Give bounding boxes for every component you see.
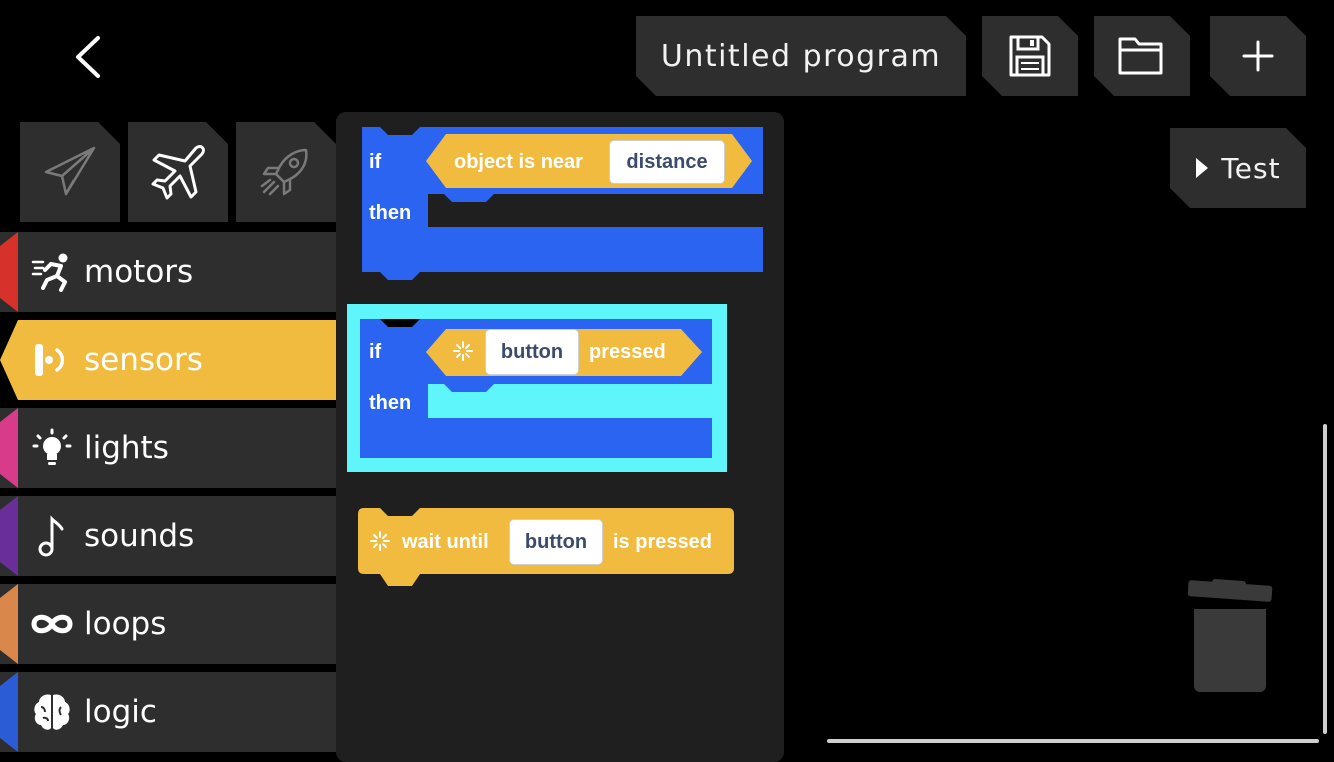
back-button[interactable] [62,30,118,86]
category-color-strip [0,408,18,488]
vehicle-tab-rocket[interactable] [236,122,336,222]
category-lights[interactable]: lights [0,408,336,488]
category-label: loops [84,606,167,642]
floppy-disk-icon [1006,32,1054,80]
category-color-strip [0,672,18,752]
airplane-icon [146,140,210,204]
category-sensors[interactable]: sensors [0,320,336,400]
if-label: if [369,151,382,173]
then-label: then [369,202,412,224]
category-label: lights [84,430,169,466]
distance-dropdown[interactable]: distance [609,140,725,184]
category-label: logic [84,694,157,730]
chevron-left-icon [76,36,100,78]
category-color-strip [0,584,18,664]
button-dropdown[interactable]: button [509,519,603,565]
vertical-scrollbar[interactable] [1323,424,1327,734]
category-color-strip [0,232,18,312]
button-sensor-icon [452,340,474,366]
sensor-icon [30,338,74,382]
vehicle-tab-paper-plane[interactable] [20,122,120,222]
vehicle-tab-airplane[interactable] [128,122,228,222]
paper-plane-icon [40,142,100,202]
save-button[interactable] [982,16,1078,96]
folder-icon [1117,34,1167,78]
infinity-loop-icon [30,602,74,646]
trash-lid [1187,580,1273,602]
trash-body [1194,609,1266,692]
running-figure-icon [30,250,74,294]
category-logic[interactable]: logic [0,672,336,752]
category-label: motors [84,254,194,290]
program-title: Untitled program [660,38,942,74]
program-title-button[interactable]: Untitled program [636,16,966,96]
music-note-icon [30,514,74,558]
category-label: sensors [84,342,203,378]
wait-until-text: wait until [402,531,489,553]
category-motors[interactable]: motors [0,232,336,312]
play-icon [1195,157,1209,179]
category-sounds[interactable]: sounds [0,496,336,576]
category-loops[interactable]: loops [0,584,336,664]
button-dropdown[interactable]: button [485,329,579,375]
new-program-button[interactable] [1210,16,1306,96]
object-near-condition-text: object is near [454,151,583,173]
pressed-text: pressed [589,341,666,363]
horizontal-scrollbar[interactable] [827,739,1319,743]
category-label: sounds [84,518,195,554]
test-button[interactable]: Test [1170,128,1306,208]
open-folder-button[interactable] [1094,16,1190,96]
brain-icon [30,690,74,734]
is-pressed-text: is pressed [613,531,712,553]
then-label: then [369,392,412,414]
rocket-icon [256,142,316,202]
test-label: Test [1221,151,1281,185]
category-color-strip [0,496,18,576]
plus-icon [1240,38,1276,74]
button-sensor-icon [369,530,391,556]
lightbulb-icon [30,426,74,470]
if-label: if [369,341,382,363]
